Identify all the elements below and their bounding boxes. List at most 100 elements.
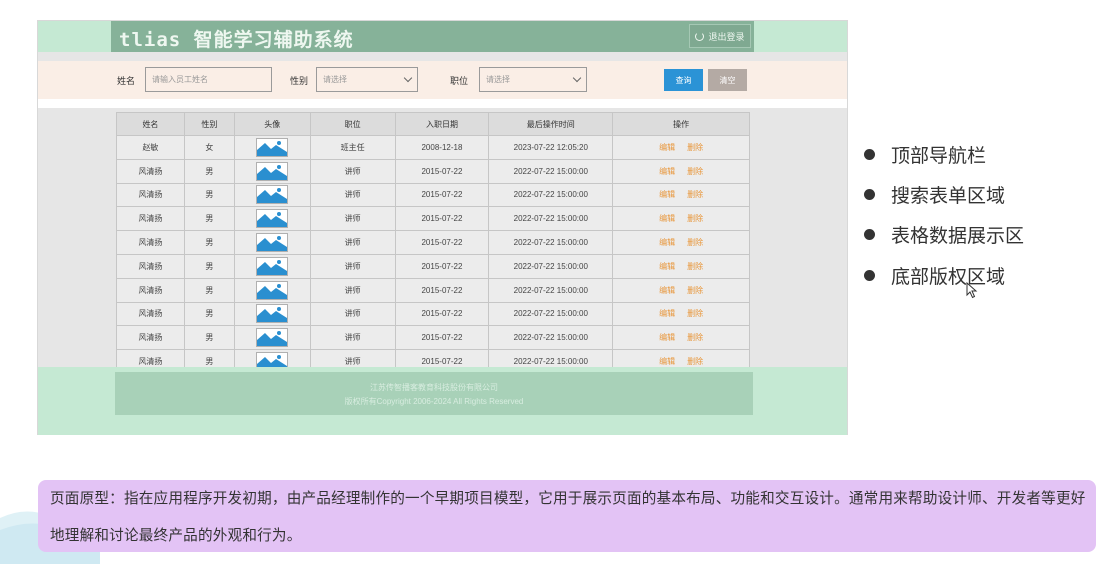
bullet-item: 底部版权区域 [864,255,1024,295]
cell-name: 风清扬 [116,206,185,232]
cell-job: 讲师 [309,325,396,351]
logout-button[interactable]: 退出登录 [689,24,751,48]
delete-link[interactable]: 删除 [687,309,703,318]
cell-avatar [233,277,311,303]
cell-job: 讲师 [309,253,396,279]
cell-avatar [233,253,311,279]
cell-gender: 女 [183,135,235,160]
cell-update-time: 2022-07-22 15:00:00 [488,325,614,351]
column-header: 职位 [309,112,396,136]
cell-job: 讲师 [309,182,396,208]
cell-avatar [233,158,311,184]
edit-link[interactable]: 编辑 [659,214,675,223]
top-navbar: tlias 智能学习辅助系统 退出登录 [38,21,847,52]
name-input[interactable]: 请输入员工姓名 [145,67,272,92]
edit-link[interactable]: 编辑 [659,167,675,176]
employee-table: 姓名 性别 头像 职位 入职日期 最后操作时间 操作 赵敏女班主任 2008-12-18 202… [116,112,750,374]
cell-gender: 男 [183,230,235,255]
edit-link[interactable]: 编辑 [659,143,675,152]
bullet-dot-icon [864,269,875,281]
edit-link[interactable]: 编辑 [659,333,675,342]
table-row: 风清扬男 讲师 2015-07-22 2022-07-22 15:00:00 编辑 删除 [116,253,750,279]
job-label: 职位 [450,77,469,87]
image-placeholder-icon [256,304,289,324]
chevron-down-icon [403,73,413,83]
cell-avatar [233,301,311,327]
delete-link[interactable]: 删除 [687,143,703,152]
cell-name: 风清扬 [116,301,185,327]
cell-avatar [233,135,311,160]
cell-job: 讲师 [309,230,396,255]
cell-job: 讲师 [309,277,396,303]
delete-link[interactable]: 删除 [687,333,703,342]
image-placeholder-icon [256,256,289,276]
job-select[interactable]: 请选择 [479,67,587,92]
cell-entry-date: 2015-07-22 [394,206,490,232]
cell-actions: 编辑 删除 [612,301,750,327]
edit-link[interactable]: 编辑 [659,238,675,247]
cell-job: 讲师 [309,301,396,327]
cell-entry-date: 2015-07-22 [394,277,490,303]
cell-update-time: 2022-07-22 15:00:00 [488,182,614,208]
cell-avatar [233,182,311,208]
cell-entry-date: 2015-07-22 [394,182,490,208]
cell-actions: 编辑 删除 [612,206,750,232]
edit-link[interactable]: 编辑 [659,309,675,318]
cell-update-time: 2022-07-22 15:00:00 [488,277,614,303]
cell-actions: 编辑 删除 [612,158,750,184]
cell-avatar [233,206,311,232]
cell-actions: 编辑 删除 [612,325,750,351]
description-box: 页面原型：指在应用程序开发初期，由产品经理制作的一个早期项目模型，它用于展示页面… [38,480,1096,552]
edit-link[interactable]: 编辑 [659,357,675,366]
table-row: 风清扬男 讲师 2015-07-22 2022-07-22 15:00:00 编辑 删除 [116,325,750,351]
gender-label: 性别 [290,77,309,87]
cell-name: 风清扬 [116,158,185,184]
cell-gender: 男 [183,325,235,351]
edit-link[interactable]: 编辑 [659,286,675,295]
cell-gender: 男 [183,301,235,327]
gender-select[interactable]: 请选择 [316,67,418,92]
bullet-dot-icon [864,148,875,160]
table-row: 风清扬男 讲师 2015-07-22 2022-07-22 15:00:00 编辑 删除 [116,230,750,255]
delete-link[interactable]: 删除 [687,262,703,271]
top-navbar-inner: tlias 智能学习辅助系统 退出登录 [111,21,754,52]
table-row: 赵敏女 班主任 2008-12-18 2023-07-22 12:05:20 编辑 删除 [116,135,750,160]
column-header: 姓名 [116,112,185,136]
column-header: 入职日期 [394,112,490,136]
delete-link[interactable]: 删除 [687,214,703,223]
cell-update-time: 2023-07-22 12:05:20 [488,135,614,160]
cell-name: 赵敏 [116,135,185,160]
table-header-row: 姓名 性别 头像 职位 入职日期 最后操作时间 操作 [116,112,750,136]
image-placeholder-icon [256,185,289,205]
cell-avatar [233,230,311,255]
cell-entry-date: 2015-07-22 [394,325,490,351]
cell-gender: 男 [183,182,235,208]
edit-link[interactable]: 编辑 [659,262,675,271]
delete-link[interactable]: 删除 [687,357,703,366]
footer-copyright: 版权所有Copyright 2006-2024 All Rights Reser… [344,397,524,406]
bullet-text: 表格数据展示区 [891,225,1025,248]
bullet-text: 底部版权区域 [891,265,1006,288]
chevron-down-icon [572,73,582,83]
query-button[interactable]: 查询 [664,69,703,91]
delete-link[interactable]: 删除 [687,190,703,199]
image-placeholder-icon [256,137,289,157]
app-title: tlias 智能学习辅助系统 [119,29,354,51]
delete-link[interactable]: 删除 [687,167,703,176]
footer-company: 江苏传智播客教育科技股份有限公司 [370,383,498,392]
bullet-text: 搜索表单区域 [891,184,1006,207]
column-header: 头像 [233,112,311,136]
clear-button[interactable]: 清空 [708,69,747,91]
cell-name: 风清扬 [116,253,185,279]
delete-link[interactable]: 删除 [687,286,703,295]
edit-link[interactable]: 编辑 [659,190,675,199]
cell-gender: 男 [183,206,235,232]
cell-gender: 男 [183,277,235,303]
cell-avatar [233,325,311,351]
cell-name: 风清扬 [116,325,185,351]
job-select-value: 请选择 [486,75,510,84]
cell-update-time: 2022-07-22 15:00:00 [488,206,614,232]
description-text: 页面原型：指在应用程序开发初期，由产品经理制作的一个早期项目模型，它用于展示页面… [50,490,1086,544]
delete-link[interactable]: 删除 [687,238,703,247]
bullet-item: 搜索表单区域 [864,174,1024,214]
